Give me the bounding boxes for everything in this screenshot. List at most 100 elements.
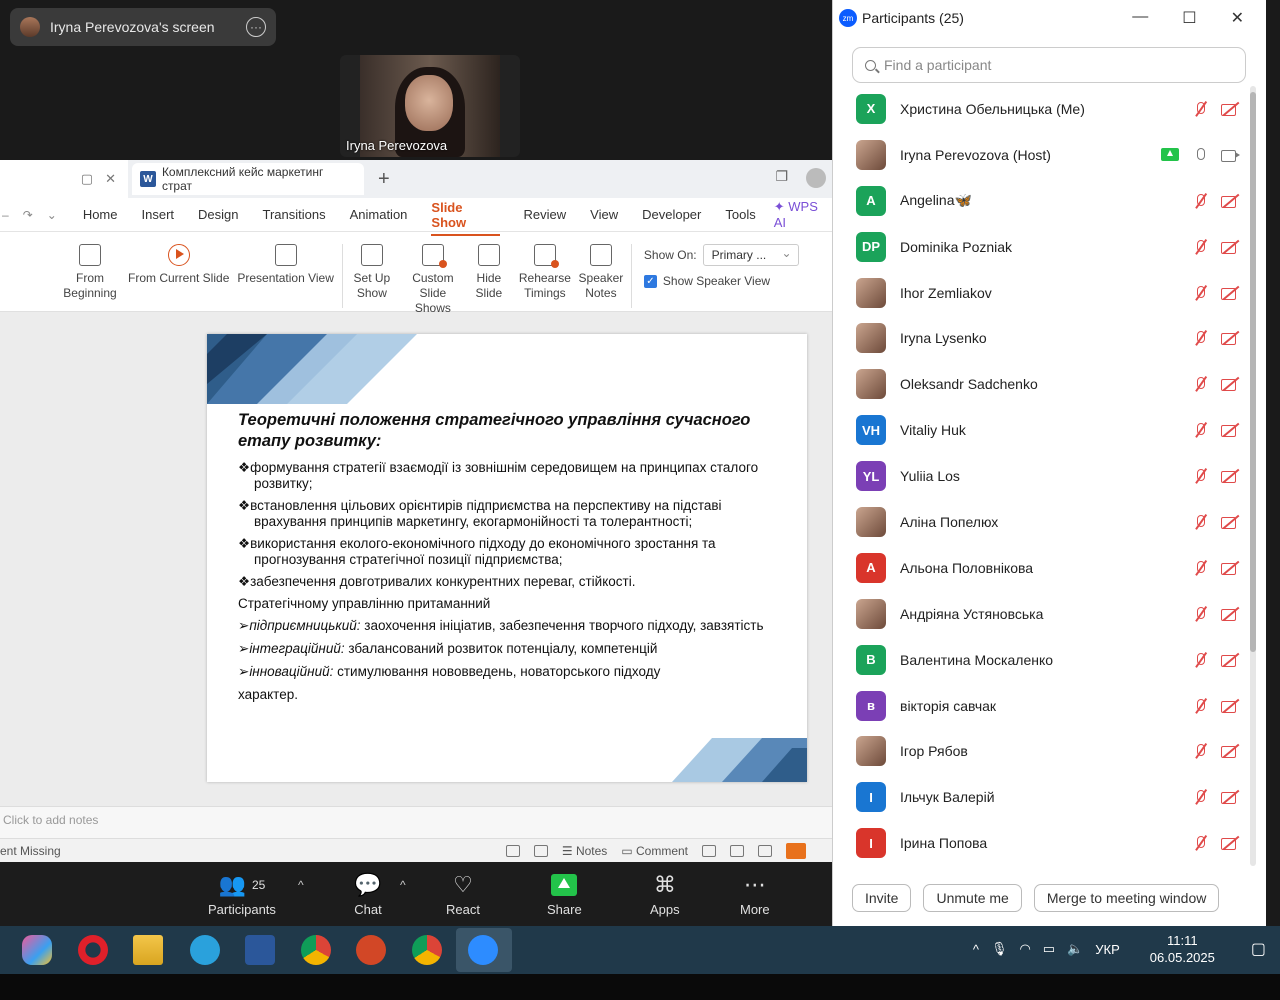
slide-sorter-icon[interactable] [730, 844, 744, 857]
menu-animation[interactable]: Animation [350, 207, 408, 222]
speaker-notes-button[interactable]: Speaker Notes [579, 244, 623, 301]
unmute-me-button[interactable]: Unmute me [923, 884, 1022, 912]
presentation-view-button[interactable]: Presentation View [237, 244, 334, 286]
from-current-slide-button[interactable]: From Current Slide [128, 244, 229, 286]
file-explorer-icon[interactable] [133, 935, 163, 965]
merge-to-meeting-window-button[interactable]: Merge to meeting window [1033, 884, 1220, 912]
scrollbar-thumb[interactable] [1250, 92, 1256, 652]
participant-row[interactable]: Ігор Рябов [833, 728, 1253, 774]
react-button[interactable]: ♡ React [446, 872, 480, 917]
minimize-icon[interactable]: — [1132, 8, 1148, 28]
participant-row[interactable]: Iryna Lysenko [833, 315, 1253, 361]
participant-row[interactable]: A Angelina🦋 [833, 178, 1253, 224]
participant-row[interactable]: І Ільчук Валерій [833, 774, 1253, 820]
telegram-icon[interactable] [190, 935, 220, 965]
redo-icon[interactable]: ↷ [23, 208, 33, 222]
export-icon[interactable] [533, 844, 548, 857]
close-icon[interactable]: ✕ [1231, 8, 1244, 28]
more-options-icon[interactable]: ··· [246, 17, 266, 37]
participants-scrollbar[interactable] [1250, 86, 1256, 866]
chrome-icon[interactable] [301, 935, 331, 965]
clock[interactable]: 11:11 06.05.2025 [1150, 932, 1215, 966]
chat-caret-icon[interactable]: ^ [400, 878, 406, 892]
window-restore-icon[interactable]: ❐ [775, 168, 788, 188]
apps-button[interactable]: ⌘ Apps [650, 872, 680, 917]
previous-tab[interactable]: ▢ ✕ [0, 160, 128, 198]
participant-row[interactable]: DP Dominika Pozniak [833, 224, 1253, 270]
notes-area[interactable]: Click to add notes [0, 806, 832, 838]
rehearse-timings-button[interactable]: Rehearse Timings [519, 244, 571, 301]
participant-row[interactable]: YL Yuliia Los [833, 453, 1253, 499]
participant-row[interactable]: Аліна Попелюх [833, 499, 1253, 545]
comment-toggle[interactable]: ▭ Comment [621, 844, 688, 858]
reading-view-icon[interactable] [758, 844, 772, 857]
tab-close-icon[interactable]: ✕ [105, 171, 116, 187]
custom-slide-shows-button[interactable]: Custom Slide Shows [401, 244, 465, 316]
chrome-profile-icon[interactable] [412, 935, 442, 965]
battery-icon[interactable]: ▭ [1043, 941, 1055, 957]
participant-row[interactable]: B Валентина Москаленко [833, 637, 1253, 683]
opera-icon[interactable] [78, 935, 108, 965]
show-hidden-icons-icon[interactable]: ^ [973, 942, 979, 957]
language-indicator[interactable]: УКР [1095, 942, 1120, 957]
set-up-show-button[interactable]: Set Up Show [351, 244, 393, 301]
show-speaker-view-checkbox[interactable]: ✓ Show Speaker View [643, 274, 799, 288]
participant-row[interactable]: в вікторія савчак [833, 683, 1253, 729]
status-font-missing[interactable]: ent Missing [0, 844, 61, 858]
user-avatar[interactable] [806, 168, 826, 188]
show-on-select[interactable]: Primary ... [702, 243, 799, 266]
sharer-avatar [20, 17, 40, 37]
notes-toggle[interactable]: ☰ Notes [562, 844, 607, 858]
microphone-icon[interactable]: 🎙 [991, 941, 1008, 957]
speaker-notes-label: Speaker Notes [578, 271, 624, 300]
tab-restore-icon[interactable]: ▢ [81, 171, 93, 187]
participant-row[interactable]: Андріяна Устяновська [833, 591, 1253, 637]
participant-row[interactable]: Ihor Zemliakov [833, 270, 1253, 316]
undo-icon[interactable]: – [2, 208, 9, 222]
participants-caret-icon[interactable]: ^ [298, 878, 304, 892]
copilot-icon[interactable] [22, 935, 52, 965]
menu-transitions[interactable]: Transitions [262, 207, 325, 222]
participant-name: Христина Обельницька (Me) [900, 100, 1085, 117]
menu-slide-show[interactable]: Slide Show [431, 200, 500, 236]
wps-ai-button[interactable]: ✦ WPS AI [774, 199, 832, 230]
participants-button[interactable]: 👥 25 Participants [208, 872, 276, 917]
menu-design[interactable]: Design [198, 207, 238, 222]
invite-button[interactable]: Invite [852, 884, 912, 912]
from-beginning-button[interactable]: From Beginning [62, 244, 118, 301]
fit-icon[interactable] [505, 844, 520, 857]
slide[interactable]: Теоретичні положення стратегічного управ… [207, 334, 807, 782]
hide-slide-button[interactable]: Hide Slide [473, 244, 505, 301]
zoom-icon[interactable] [468, 935, 498, 965]
normal-view-icon[interactable] [702, 844, 716, 857]
participant-row[interactable]: VH Vitaliy Huk [833, 407, 1253, 453]
menu-review[interactable]: Review [524, 207, 567, 222]
volume-icon[interactable]: 🔈 [1067, 941, 1083, 957]
chevron-down-icon[interactable]: ⌄ [47, 208, 57, 222]
screen-share-indicator[interactable]: Iryna Perevozova's screen ··· [10, 8, 276, 46]
participant-row[interactable]: Iryna Perevozova (Host) [833, 132, 1253, 178]
menu-tools[interactable]: Tools [725, 207, 755, 222]
document-tab[interactable]: W Комплексний кейс маркетинг страт [132, 163, 364, 195]
menu-insert[interactable]: Insert [142, 207, 175, 222]
participant-row[interactable]: Х Христина Обельницька (Me) [833, 86, 1253, 132]
menu-home[interactable]: Home [83, 207, 118, 222]
checkbox-checked-icon[interactable]: ✓ [643, 274, 657, 288]
notifications-icon[interactable]: ▢ [1251, 939, 1266, 959]
participant-row[interactable]: Oleksandr Sadchenko [833, 361, 1253, 407]
chat-button[interactable]: 💬 Chat [354, 872, 382, 917]
menu-developer[interactable]: Developer [642, 207, 701, 222]
participant-search-input[interactable]: Find a participant [852, 47, 1246, 83]
powerpoint-icon[interactable] [356, 935, 386, 965]
play-slideshow-icon[interactable] [786, 842, 806, 859]
more-button[interactable]: ⋯ More [740, 872, 770, 917]
wifi-icon[interactable]: ◠ [1019, 941, 1030, 957]
share-button[interactable]: Share [547, 872, 582, 917]
word-icon[interactable] [245, 935, 275, 965]
menu-view[interactable]: View [590, 207, 618, 222]
maximize-icon[interactable]: ☐ [1182, 8, 1196, 28]
new-tab-icon[interactable]: + [378, 168, 390, 191]
participant-row[interactable]: A Альона Половнікова [833, 545, 1253, 591]
participant-row[interactable]: І Ірина Попова [833, 820, 1253, 866]
speaker-video-tile[interactable]: Iryna Perevozova [340, 55, 520, 157]
